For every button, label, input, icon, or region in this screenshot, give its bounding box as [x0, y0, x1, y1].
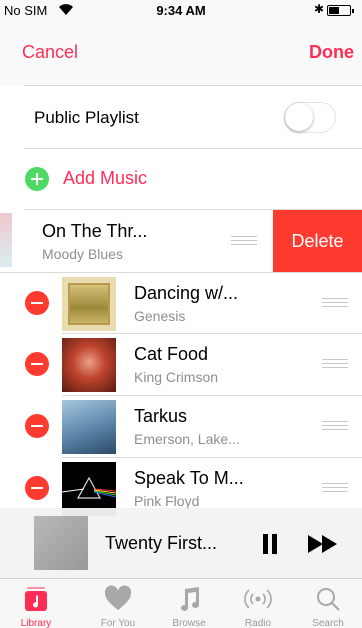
track-row[interactable]: Cat Food King Crimson [0, 333, 362, 395]
tab-library[interactable]: Library [0, 579, 72, 628]
tab-search[interactable]: Search [292, 579, 362, 628]
tab-browse[interactable]: Browse [153, 579, 225, 628]
track-row[interactable]: Dancing w/... Genesis [0, 272, 362, 334]
tab-bar: Library For You Browse Radio Search [0, 578, 362, 628]
remove-track-button[interactable] [25, 352, 49, 376]
track-title: Tarkus [134, 406, 188, 426]
album-art [62, 400, 116, 454]
heart-icon [104, 585, 132, 610]
album-art [62, 277, 116, 331]
toggle-knob [285, 103, 313, 131]
track-title: Cat Food [134, 344, 209, 364]
bluetooth-icon: ✱ [314, 2, 325, 16]
remove-track-button[interactable] [25, 291, 49, 315]
track-title: Speak To M... [134, 468, 244, 488]
tab-for-you[interactable]: For You [82, 579, 154, 628]
add-music-label: Add Music [63, 168, 148, 188]
album-art [62, 338, 116, 392]
tab-label: For You [100, 618, 136, 628]
add-music-button[interactable]: Add Music [0, 148, 362, 210]
battery-icon [327, 5, 354, 16]
track-title: Dancing w/... [134, 283, 239, 303]
mini-player[interactable]: Twenty First... [0, 508, 362, 578]
done-button[interactable]: Done [309, 42, 354, 63]
cancel-button[interactable]: Cancel [22, 42, 78, 63]
fast-forward-icon[interactable] [308, 535, 338, 553]
radio-icon [244, 589, 272, 609]
remove-track-button[interactable] [25, 476, 49, 500]
reorder-handle-icon[interactable] [231, 236, 257, 246]
music-note-icon [181, 587, 199, 611]
track-title: On The Thr... [42, 221, 148, 241]
status-bar: No SIM 9:34 AM ✱ [0, 0, 362, 20]
pause-icon[interactable] [262, 534, 278, 554]
tab-label: Search [312, 618, 344, 628]
track-artist: King Crimson [134, 369, 219, 385]
library-icon [25, 587, 47, 611]
now-playing-title: Twenty First... [105, 533, 218, 553]
public-playlist-row: Public Playlist [0, 86, 362, 148]
add-icon [25, 167, 49, 191]
public-playlist-toggle[interactable] [284, 102, 336, 133]
reorder-handle-icon[interactable] [322, 483, 348, 493]
status-time: 9:34 AM [156, 3, 206, 18]
delete-button[interactable]: Delete [273, 210, 362, 272]
nav-bar: Cancel Done [0, 20, 362, 86]
track-artist: Moody Blues [42, 246, 123, 262]
search-icon [317, 588, 340, 611]
remove-track-button[interactable] [25, 414, 49, 438]
tab-label: Browse [172, 618, 206, 628]
reorder-handle-icon[interactable] [322, 421, 348, 431]
track-artist: Genesis [134, 308, 186, 324]
tab-label: Library [20, 618, 52, 628]
track-row-swiped[interactable]: On The Thr... Moody Blues Delete [0, 210, 362, 272]
track-artist: Pink Floyd [134, 493, 200, 509]
track-row[interactable]: Tarkus Emerson, Lake... [0, 395, 362, 457]
tab-label: Radio [244, 618, 272, 628]
reorder-handle-icon[interactable] [322, 359, 348, 369]
now-playing-art [34, 516, 88, 570]
reorder-handle-icon[interactable] [322, 298, 348, 308]
public-playlist-label: Public Playlist [34, 108, 139, 127]
album-art [0, 213, 12, 267]
tab-radio[interactable]: Radio [222, 579, 294, 628]
track-artist: Emerson, Lake... [134, 431, 240, 447]
